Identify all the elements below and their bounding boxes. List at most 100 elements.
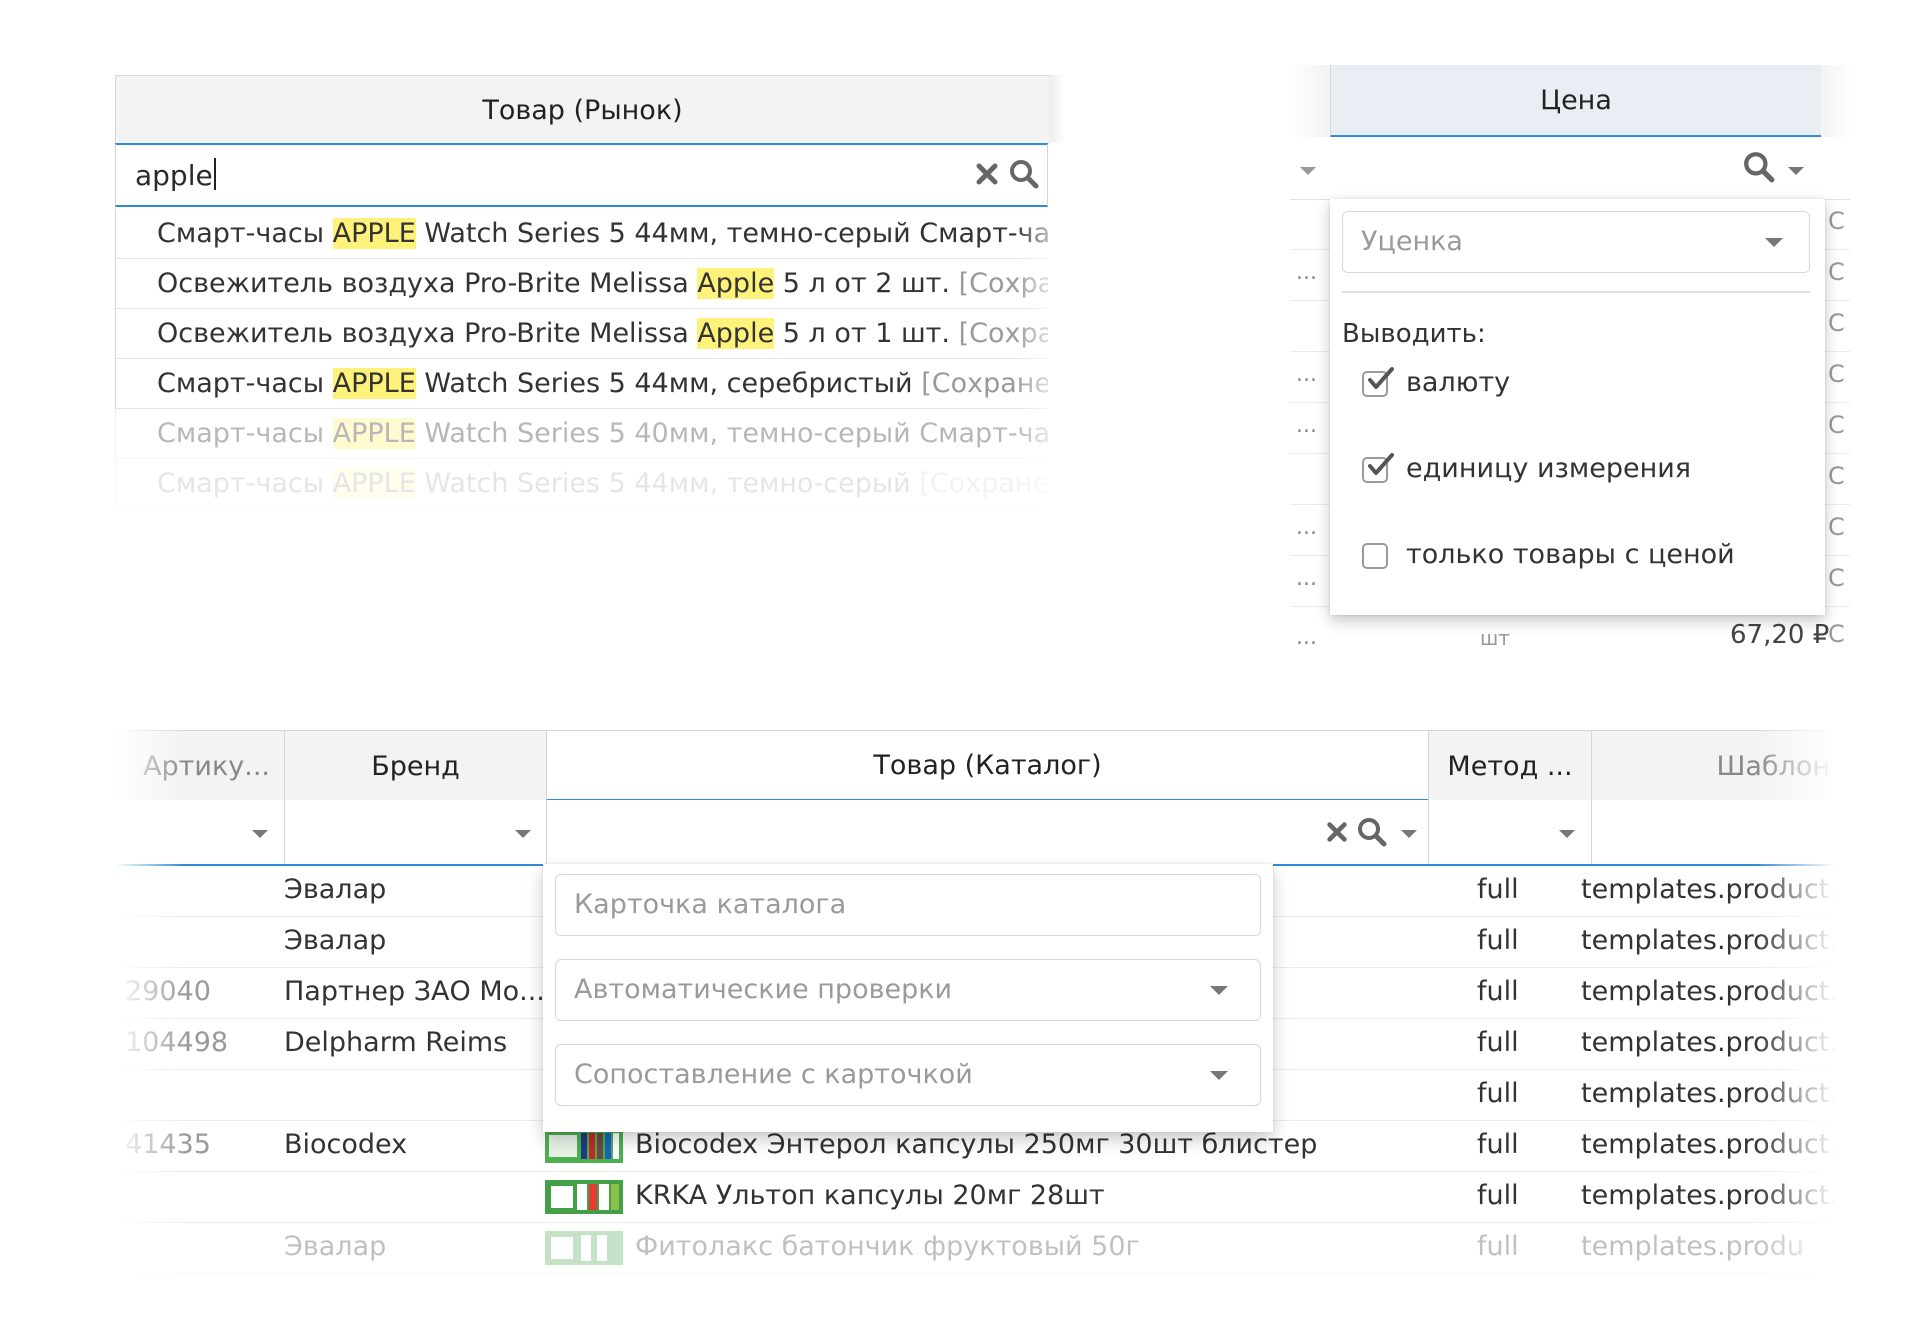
cell-text: С <box>1828 207 1845 235</box>
filter-method[interactable] <box>1428 800 1591 864</box>
cell-product: Biocodex Энтерол капсулы 250мг 30шт блис… <box>635 1129 1318 1160</box>
cell-method: full <box>1477 1231 1519 1262</box>
chevron-down-icon[interactable] <box>250 828 270 840</box>
checkbox-label: валюту <box>1406 367 1511 398</box>
result-highlight: Apple <box>697 318 775 349</box>
search-icon[interactable] <box>1009 159 1039 189</box>
cell-text: ... <box>1296 362 1317 387</box>
markdown-select[interactable]: Уценка <box>1342 211 1810 273</box>
price-text: 67,20 ₽ <box>1730 620 1830 650</box>
select-placeholder: Уценка <box>1361 226 1463 257</box>
result-text: Освежитель воздуха Pro-Brite Melissa <box>157 318 698 349</box>
filter-brand[interactable] <box>284 800 546 864</box>
search-result-item[interactable]: Смарт-часы APPLE Watch Series 5 44мм, те… <box>115 209 1048 259</box>
table-header-row: Артику... Бренд Товар (Каталог) Метод ..… <box>115 730 1850 801</box>
cell-brand: Эвалар <box>284 925 387 956</box>
clear-icon[interactable] <box>974 161 1000 187</box>
cell-method: full <box>1477 976 1519 1007</box>
header-fade <box>1821 65 1850 137</box>
search-result-item[interactable]: Смарт-часы APPLE Watch Series 5 44мм, се… <box>115 359 1048 409</box>
checkbox-box <box>1362 543 1388 569</box>
header-fade <box>1290 65 1330 137</box>
chevron-down-icon <box>1210 1071 1228 1080</box>
search-result-item[interactable]: Освежитель воздуха Pro-Brite Melissa App… <box>115 259 1048 309</box>
select-placeholder: Сопоставление с карточкой <box>574 1059 973 1090</box>
filter-catalog-product[interactable] <box>546 800 1428 864</box>
result-text: Освежитель воздуха Pro-Brite Melissa <box>157 268 698 299</box>
cell-text: С <box>1828 411 1845 439</box>
result-highlight: APPLE <box>332 468 416 499</box>
cell-text: С <box>1828 564 1845 592</box>
list-fade <box>1015 209 1065 509</box>
auto-checks-select[interactable]: Автоматические проверки <box>555 959 1261 1021</box>
search-result-item[interactable]: Смарт-часы APPLE Watch Series 5 40мм, те… <box>115 409 1048 459</box>
table-filter-row <box>115 800 1850 866</box>
search-text: apple <box>135 159 213 192</box>
cell-product: Фитолакс батончик фруктовый 50г <box>635 1231 1140 1262</box>
divider <box>1342 291 1810 293</box>
price-filter-dropdown: Уценка Выводить: валюту единицу измерени… <box>1330 199 1825 615</box>
table-fade-right <box>1755 730 1850 1300</box>
card-matching-select[interactable]: Сопоставление с карточкой <box>555 1044 1261 1106</box>
clear-icon[interactable] <box>1325 820 1349 844</box>
cell-method: full <box>1477 925 1519 956</box>
column-header-market-product[interactable]: Товар (Рынок) <box>115 75 1050 144</box>
result-text: Смарт-часы <box>157 368 333 399</box>
column-header-method[interactable]: Метод ... <box>1428 731 1591 801</box>
cell-brand: Delpharm Reims <box>284 1027 508 1058</box>
cell-text: С <box>1828 360 1845 388</box>
select-placeholder: Автоматические проверки <box>574 974 953 1005</box>
check-icon <box>1368 367 1394 389</box>
result-highlight: APPLE <box>332 218 416 249</box>
chevron-down-icon[interactable] <box>513 828 533 840</box>
checkbox-label: только товары с ценой <box>1406 539 1735 570</box>
column-header-price[interactable]: Цена <box>1330 65 1821 137</box>
product-thumbnail-image <box>545 1231 623 1265</box>
column-header-catalog-product[interactable]: Товар (Каталог) <box>546 731 1428 801</box>
chevron-down-icon[interactable] <box>1399 828 1419 840</box>
cell-method: full <box>1477 1027 1519 1058</box>
table-row: ... шт 67,20 ₽ С <box>1290 620 1850 665</box>
chevron-down-icon <box>1765 238 1783 247</box>
result-highlight: APPLE <box>332 418 416 449</box>
search-result-item[interactable]: Освежитель воздуха Pro-Brite Melissa App… <box>115 309 1048 359</box>
market-search-input[interactable]: apple <box>115 143 1048 207</box>
cell-text: С <box>1828 258 1845 286</box>
cell-text: ... <box>1296 515 1317 540</box>
table-row[interactable]: Эвалар Фитолакс батончик фруктовый 50г f… <box>115 1223 1850 1274</box>
catalog-filter-dropdown: Карточка каталога Автоматические проверк… <box>543 864 1273 1132</box>
cell-text: С <box>1828 620 1845 648</box>
chevron-down-icon[interactable] <box>1786 165 1806 177</box>
cell-text: С <box>1828 513 1845 541</box>
catalog-table-panel: Артику... Бренд Товар (Каталог) Метод ..… <box>115 730 1850 1300</box>
catalog-card-input[interactable]: Карточка каталога <box>555 874 1261 936</box>
chevron-down-icon[interactable] <box>1298 165 1318 177</box>
header-fade <box>1049 75 1065 143</box>
result-text: Смарт-часы <box>157 468 333 499</box>
cell-text: С <box>1828 462 1845 490</box>
text-caret <box>213 158 216 190</box>
table-row[interactable]: KRKA Ультоп капсулы 20мг 28шт full templ… <box>115 1172 1850 1223</box>
chevron-down-icon[interactable] <box>1557 828 1577 840</box>
search-result-item[interactable]: Смарт-часы APPLE Watch Series 5 44мм, те… <box>115 459 1048 509</box>
result-text: Смарт-часы <box>157 218 333 249</box>
search-icon[interactable] <box>1357 817 1387 847</box>
result-text: 5 л от 1 шт. <box>774 318 959 349</box>
column-header-brand[interactable]: Бренд <box>284 731 546 801</box>
cell-method: full <box>1477 874 1519 905</box>
chevron-down-icon <box>1210 986 1228 995</box>
input-placeholder: Карточка каталога <box>574 889 847 920</box>
check-icon <box>1368 453 1394 475</box>
cell-brand: Партнер ЗАО Мо... <box>284 976 545 1007</box>
cell-text: ... <box>1296 566 1317 591</box>
cell-method: full <box>1477 1129 1519 1160</box>
market-product-filter-panel: Товар (Рынок) apple Смарт-часы APPLE Wat… <box>115 75 1065 515</box>
result-highlight: APPLE <box>332 368 416 399</box>
search-icon[interactable] <box>1743 151 1775 183</box>
cell-product: KRKA Ультоп капсулы 20мг 28шт <box>635 1180 1105 1211</box>
cell-brand: Эвалар <box>284 874 387 905</box>
search-value: apple <box>135 158 216 192</box>
cell-text: С <box>1828 309 1845 337</box>
result-text: Watch Series 5 44мм, серебристый <box>415 368 922 399</box>
cell-method: full <box>1477 1078 1519 1109</box>
